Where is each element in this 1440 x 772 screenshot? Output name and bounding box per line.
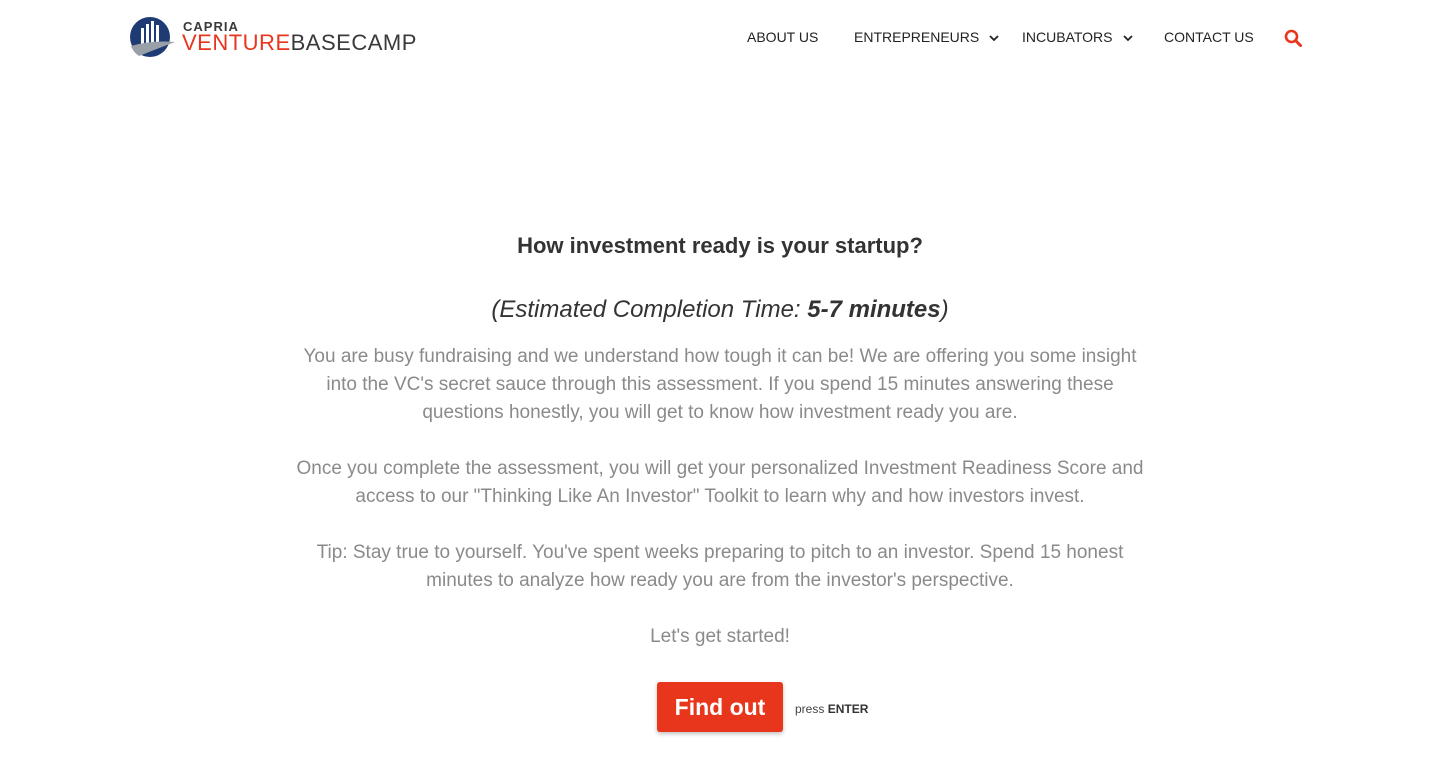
nav-entrepreneurs[interactable]: ENTREPRENEURS [854,28,999,46]
press-enter-hint: press ENTER [795,702,868,716]
find-out-button[interactable]: Find out [657,682,783,732]
nav-entrepreneurs-label: ENTREPRENEURS [854,29,980,45]
nav-about-us-label: ABOUT US [747,29,819,45]
site-header: CAPRIA VENTUREBASECAMP ABOUT US ENTREPRE… [0,0,1440,76]
hint-key: ENTER [827,702,869,716]
tip-paragraph: Tip: Stay true to yourself. You've spent… [316,542,1124,591]
nav-contact-us[interactable]: CONTACT US [1164,28,1254,46]
chevron-down-icon [1122,35,1133,42]
search-icon[interactable] [1284,29,1302,47]
page-title: How investment ready is your startup? [517,233,923,258]
chevron-down-icon [989,35,999,42]
assessment-paragraph: Once you complete the assessment, you wi… [296,458,1144,507]
completion-time-suffix: ) [940,296,949,323]
completion-time: (Estimated Completion Time: 5-7 minutes) [280,294,1160,326]
completion-time-value: 5-7 minutes [807,296,941,323]
get-started-text: Let's get started! [650,626,790,647]
main-nav: ABOUT US ENTREPRENEURS INCUBATORS CONTAC… [0,0,1440,76]
nav-about-us[interactable]: ABOUT US [747,28,818,46]
completion-time-prefix: (Estimated Completion Time: [491,296,808,323]
nav-incubators-label: INCUBATORS [1022,29,1113,45]
nav-incubators[interactable]: INCUBATORS [1022,28,1133,46]
intro-paragraph: You are busy fundraising and we understa… [303,346,1137,423]
hint-prefix: press [795,702,825,716]
nav-contact-us-label: CONTACT US [1164,29,1254,45]
